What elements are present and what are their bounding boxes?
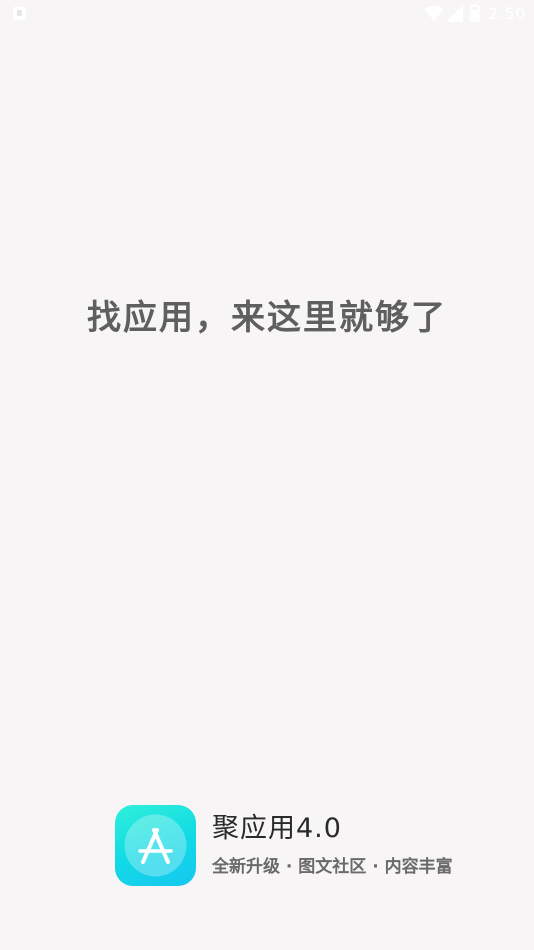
signal-icon (446, 5, 463, 22)
battery-icon (470, 4, 480, 22)
notification-icon (13, 7, 26, 20)
app-logo (115, 805, 196, 886)
status-bar: 2:50 (0, 0, 534, 28)
status-time: 2:50 (488, 4, 526, 23)
splash-slogan: 找应用，来这里就够了 (87, 298, 447, 338)
brand-block: 聚应用4.0 全新升级 · 图文社区 · 内容丰富 (115, 805, 495, 887)
app-tagline: 全新升级 · 图文社区 · 内容丰富 (212, 857, 453, 877)
app-store-icon (124, 814, 187, 877)
wifi-icon (424, 5, 444, 21)
app-name: 聚应用4.0 (212, 813, 342, 844)
